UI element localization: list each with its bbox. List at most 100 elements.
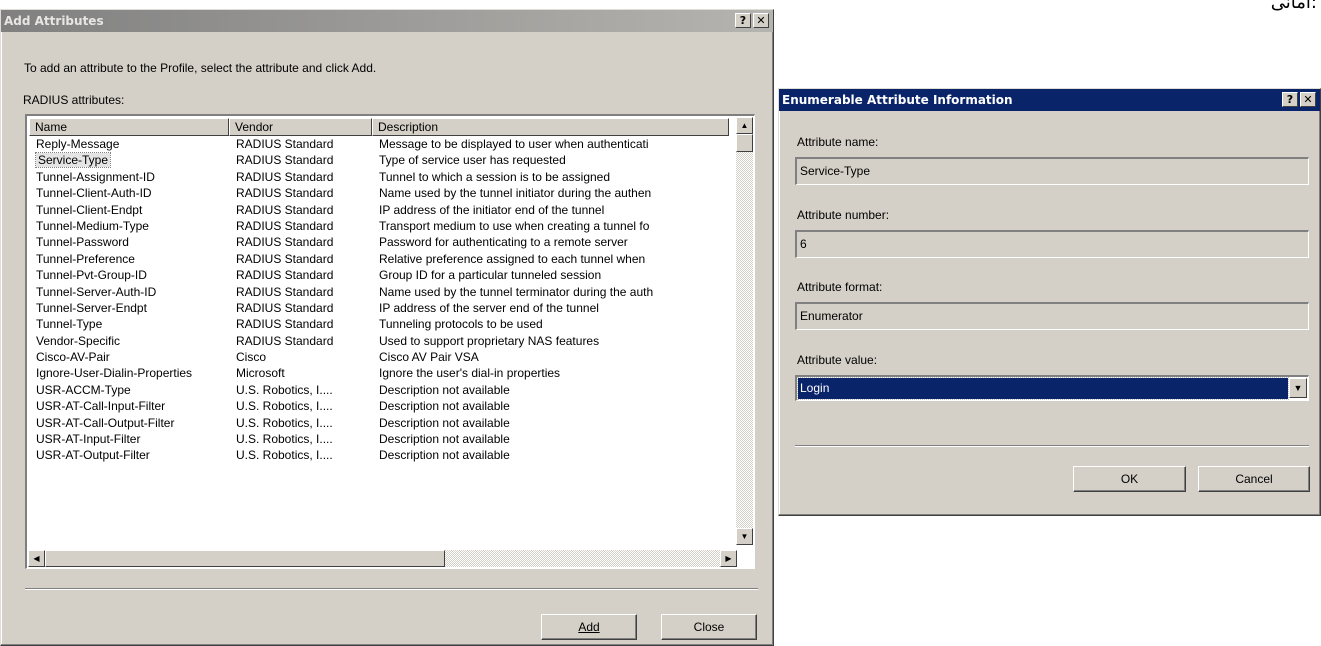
list-item[interactable]: USR-AT-Call-Input-Filter U.S. Robotics, I… — [29, 398, 729, 414]
vertical-scrollbar[interactable]: ▲ ▼ — [736, 117, 753, 545]
column-header-description[interactable]: Description — [372, 118, 729, 136]
attribute-name-cell: Tunnel-Server-Auth-ID — [29, 284, 229, 300]
help-icon[interactable]: ? — [735, 13, 751, 28]
attribute-vendor: U.S. Robotics, I.... — [236, 448, 333, 463]
attribute-name-cell: Vendor-Specific — [29, 333, 229, 349]
list-item[interactable]: Vendor-Specific RADIUS Standard Used to su… — [29, 333, 729, 349]
scroll-thumb[interactable] — [736, 134, 753, 152]
attribute-vendor: RADIUS Standard — [236, 218, 334, 233]
scroll-up-icon[interactable]: ▲ — [736, 117, 753, 134]
attribute-vendor: RADIUS Standard — [236, 169, 334, 184]
list-item[interactable]: Tunnel-Client-Auth-ID RADIUS Standard Name… — [29, 185, 729, 201]
horizontal-scrollbar[interactable]: ◀ ▶ — [28, 550, 737, 567]
attribute-name-cell: USR-AT-Output-Filter — [29, 447, 229, 463]
attribute-description: Description not available — [379, 399, 510, 414]
list-item[interactable]: Tunnel-Server-Endpt RADIUS Standard IP add… — [29, 300, 729, 316]
list-header: Name Vendor Description — [29, 118, 729, 136]
dialog-title: Add Attributes — [4, 14, 104, 28]
list-item[interactable]: Tunnel-Preference RADIUS Standard Relative… — [29, 251, 729, 267]
attribute-vendor-cell: RADIUS Standard — [229, 136, 372, 152]
corner-text: امانی: — [1270, 0, 1317, 13]
list-item[interactable]: Reply-Message RADIUS Standard Message to b… — [29, 136, 729, 152]
ok-button[interactable]: OK — [1073, 466, 1186, 492]
attribute-value-selected: Login — [797, 377, 1289, 400]
attribute-name-cell: USR-ACCM-Type — [29, 382, 229, 398]
list-item[interactable]: USR-AT-Call-Output-Filter U.S. Robotics, … — [29, 415, 729, 431]
attribute-format-label: Attribute format: — [797, 280, 883, 294]
attribute-vendor-cell: Microsoft — [229, 365, 372, 381]
attribute-description-cell: Description not available — [372, 382, 729, 398]
scroll-right-icon[interactable]: ▶ — [720, 550, 737, 567]
attribute-vendor: U.S. Robotics, I.... — [236, 415, 333, 430]
attribute-description-cell: Description not available — [372, 447, 729, 463]
list-item[interactable]: USR-ACCM-Type U.S. Robotics, I.... Descrip… — [29, 382, 729, 398]
list-rows: Reply-Message RADIUS Standard Message to b… — [29, 136, 729, 464]
attribute-vendor-cell: U.S. Robotics, I.... — [229, 398, 372, 414]
list-item[interactable]: Tunnel-Medium-Type RADIUS Standard Transpo… — [29, 218, 729, 234]
cancel-button[interactable]: Cancel — [1198, 466, 1310, 492]
attribute-vendor-cell: U.S. Robotics, I.... — [229, 431, 372, 447]
attribute-description: Description not available — [379, 415, 510, 430]
attribute-name: Tunnel-Assignment-ID — [36, 169, 155, 184]
attribute-vendor-cell: U.S. Robotics, I.... — [229, 382, 372, 398]
scroll-down-icon[interactable]: ▼ — [736, 528, 753, 545]
hscroll-thumb[interactable] — [45, 550, 445, 567]
separator — [795, 445, 1309, 447]
help-icon[interactable]: ? — [1282, 92, 1298, 107]
chevron-down-icon[interactable]: ▼ — [1289, 378, 1307, 398]
list-item[interactable]: Tunnel-Assignment-ID RADIUS Standard Tunne… — [29, 169, 729, 185]
attribute-value-select[interactable]: Login ▼ — [795, 375, 1309, 401]
attribute-description: Password for authenticating to a remote … — [379, 235, 628, 250]
list-item[interactable]: Service-Type RADIUS Standard Type of servi… — [29, 152, 729, 169]
list-item[interactable]: Tunnel-Password RADIUS Standard Password f… — [29, 234, 729, 250]
attribute-description: Message to be displayed to user when aut… — [379, 137, 649, 151]
attribute-name-cell: Tunnel-Preference — [29, 251, 229, 267]
list-item[interactable]: Cisco-AV-Pair Cisco Cisco AV Pair VSA — [29, 349, 729, 365]
attribute-name-cell: Tunnel-Client-Endpt — [29, 202, 229, 218]
column-header-vendor[interactable]: Vendor — [229, 118, 372, 136]
attribute-vendor: Microsoft — [236, 366, 285, 381]
add-attributes-titlebar[interactable]: Add Attributes ? ✕ — [1, 10, 773, 32]
add-button[interactable]: Add — [541, 614, 637, 640]
attribute-vendor: RADIUS Standard — [236, 202, 334, 217]
attributes-list[interactable]: Name Vendor Description Reply-Message RAD… — [25, 114, 755, 569]
enum-titlebar[interactable]: Enumerable Attribute Information ? ✕ — [779, 89, 1320, 111]
attribute-name: Reply-Message — [36, 137, 120, 151]
attribute-description: Name used by the tunnel terminator durin… — [379, 284, 654, 299]
attribute-name-cell: Tunnel-Type — [29, 316, 229, 332]
attribute-name-cell: Tunnel-Pvt-Group-ID — [29, 267, 229, 283]
attribute-description: Description not available — [379, 448, 510, 463]
attribute-description-cell: Cisco AV Pair VSA — [372, 349, 729, 365]
list-item[interactable]: Tunnel-Server-Auth-ID RADIUS Standard Name… — [29, 284, 729, 300]
scroll-left-icon[interactable]: ◀ — [28, 550, 45, 567]
list-item[interactable]: USR-AT-Input-Filter U.S. Robotics, I.... D… — [29, 431, 729, 447]
attribute-vendor: RADIUS Standard — [236, 333, 334, 348]
attribute-vendor-cell: Cisco — [229, 349, 372, 365]
attribute-vendor-cell: RADIUS Standard — [229, 284, 372, 300]
attribute-vendor-cell: RADIUS Standard — [229, 333, 372, 349]
attribute-description-cell: Used to support proprietary NAS features — [372, 333, 729, 349]
attribute-vendor-cell: U.S. Robotics, I.... — [229, 447, 372, 463]
list-item[interactable]: USR-AT-Output-Filter U.S. Robotics, I....… — [29, 447, 729, 463]
close-button[interactable]: Close — [661, 614, 757, 640]
attribute-name-cell: USR-AT-Input-Filter — [29, 431, 229, 447]
attribute-vendor-cell: RADIUS Standard — [229, 300, 372, 316]
list-item[interactable]: Tunnel-Pvt-Group-ID RADIUS Standard Group … — [29, 267, 729, 283]
column-header-name[interactable]: Name — [29, 118, 229, 136]
attribute-vendor-cell: RADIUS Standard — [229, 251, 372, 267]
attribute-vendor: RADIUS Standard — [236, 186, 334, 201]
list-item[interactable]: Ignore-User-Dialin-Properties Microsoft Ig… — [29, 365, 729, 381]
attribute-number-field: 6 — [795, 230, 1309, 258]
attribute-name: USR-AT-Output-Filter — [36, 448, 150, 463]
list-item[interactable]: Tunnel-Client-Endpt RADIUS Standard IP add… — [29, 202, 729, 218]
attribute-name: Tunnel-Pvt-Group-ID — [36, 268, 147, 283]
close-icon[interactable]: ✕ — [1300, 92, 1316, 107]
attribute-name: Tunnel-Client-Auth-ID — [36, 186, 152, 201]
close-icon[interactable]: ✕ — [753, 13, 769, 28]
attribute-description-cell: Transport medium to use when creating a … — [372, 218, 729, 234]
list-item[interactable]: Tunnel-Type RADIUS Standard Tunneling prot… — [29, 316, 729, 332]
attribute-name: Vendor-Specific — [36, 333, 121, 348]
attribute-vendor-cell: RADIUS Standard — [229, 316, 372, 332]
attribute-description: Ignore the user's dial-in properties — [379, 366, 561, 381]
attribute-description-cell: Ignore the user's dial-in properties — [372, 365, 729, 381]
